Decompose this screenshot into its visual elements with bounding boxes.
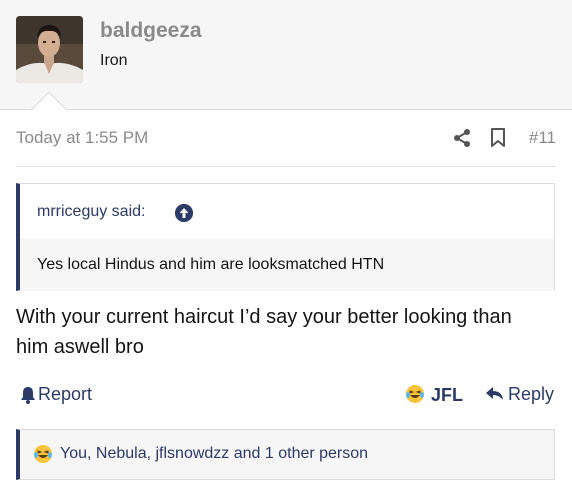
username[interactable]: baldgeeza (100, 19, 202, 43)
arrow-up-circle-icon[interactable] (175, 204, 193, 222)
divider (16, 166, 556, 167)
message-line: With your current haircut I’d say your b… (16, 306, 512, 328)
reactions-bar: You, Nebula, jflsnowdzz and 1 other pers… (16, 429, 555, 480)
reply-arrow-icon (486, 387, 503, 400)
reply-label: Reply (508, 384, 555, 404)
quote-header: mrriceguy said: (20, 184, 554, 238)
post-timestamp[interactable]: Today at 1:55 PM (16, 128, 148, 148)
bell-icon (21, 387, 35, 404)
post-meta: Today at 1:55 PM #11 (16, 126, 556, 150)
post-number-link[interactable]: #11 (529, 128, 556, 148)
post-message: With your current haircut I’d say your b… (16, 302, 556, 362)
post-actions: Report JFL Reply (16, 382, 556, 408)
user-title: Iron (100, 52, 128, 69)
laughing-crying-emoji-icon (406, 385, 424, 403)
post-header: baldgeeza Iron (0, 0, 572, 129)
report-label: Report (38, 384, 93, 404)
bookmark-icon[interactable] (490, 128, 506, 148)
share-icon[interactable] (452, 128, 472, 148)
reaction-jfl-label: JFL (431, 385, 464, 405)
quote-body: Yes local Hindus and him are looksmatche… (20, 238, 554, 291)
header-pointer (30, 91, 68, 129)
quote-block: mrriceguy said: Yes local Hindus and him… (16, 183, 555, 291)
message-line: him aswell bro (16, 336, 144, 358)
quote-text: Yes local Hindus and him are looksmatche… (37, 256, 385, 273)
quote-author[interactable]: mrriceguy said: (37, 203, 145, 221)
laughing-crying-emoji-icon (34, 445, 52, 463)
reactions-summary[interactable]: You, Nebula, jflsnowdzz and 1 other pers… (60, 445, 368, 463)
avatar-photo (16, 16, 83, 83)
avatar[interactable] (16, 16, 83, 83)
